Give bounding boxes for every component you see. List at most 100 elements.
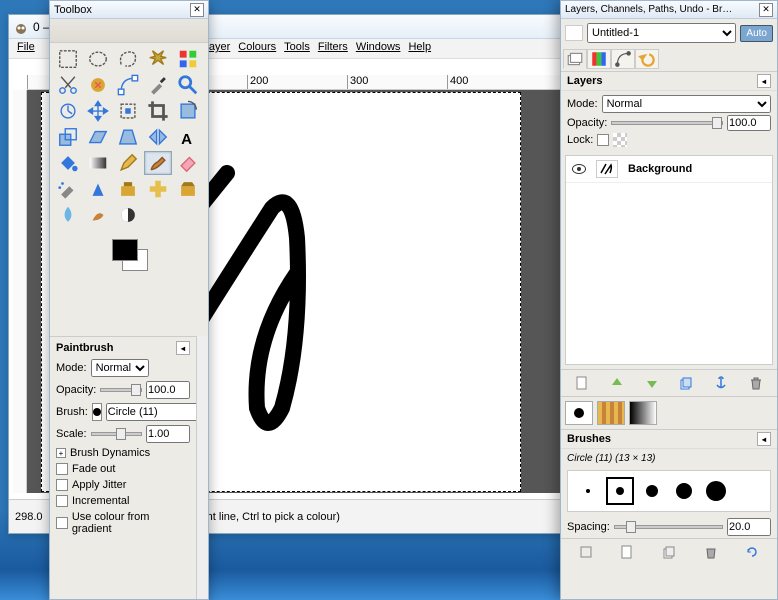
brush-swatch[interactable] — [565, 401, 593, 425]
delete-layer-icon[interactable] — [747, 374, 765, 392]
tool-scale[interactable] — [54, 125, 82, 149]
image-select[interactable]: Untitled-1 — [587, 23, 736, 43]
tool-color-select[interactable] — [174, 47, 202, 71]
tool-rect-select[interactable] — [54, 47, 82, 71]
brush-name[interactable] — [106, 403, 196, 421]
duplicate-layer-icon[interactable] — [677, 374, 695, 392]
tool-paths[interactable] — [114, 73, 142, 97]
tool-free-select[interactable] — [114, 47, 142, 71]
lock-alpha-icon[interactable] — [613, 133, 627, 147]
toolbox-window: Toolbox ✕ A — [49, 0, 209, 600]
brush-1[interactable] — [574, 477, 602, 505]
scale-value[interactable] — [146, 425, 190, 443]
brush-preview[interactable] — [92, 403, 102, 421]
layers-menu-icon[interactable]: ◂ — [757, 74, 771, 88]
lock-pixels-checkbox[interactable] — [597, 134, 609, 146]
tool-rotate[interactable] — [174, 99, 202, 123]
new-brush-icon[interactable] — [618, 543, 636, 561]
foreground-color[interactable] — [112, 239, 138, 261]
layer-list[interactable]: Background — [565, 155, 773, 365]
tool-blend[interactable] — [84, 151, 112, 175]
ruler-vertical[interactable] — [13, 90, 27, 493]
tab-layers[interactable] — [563, 49, 587, 69]
brushes-menu-icon[interactable]: ◂ — [757, 432, 771, 446]
menu-windows[interactable]: Windows — [356, 41, 401, 56]
tab-paths[interactable] — [611, 49, 635, 69]
incremental-checkbox[interactable] — [56, 495, 68, 507]
brush-3[interactable] — [638, 477, 666, 505]
tool-text[interactable]: A — [174, 125, 202, 149]
tab-undo[interactable] — [635, 49, 659, 69]
tool-color-picker[interactable] — [144, 73, 172, 97]
pattern-swatch[interactable] — [597, 401, 625, 425]
brush-5[interactable] — [702, 477, 730, 505]
tool-ink[interactable] — [84, 177, 112, 201]
layer-mode-select[interactable]: Normal — [602, 95, 771, 113]
tool-airbrush[interactable] — [54, 177, 82, 201]
tool-perspective-clone[interactable] — [174, 177, 202, 201]
delete-brush-icon[interactable] — [702, 543, 720, 561]
tool-eraser[interactable] — [174, 151, 202, 175]
brush-2[interactable] — [606, 477, 634, 505]
tool-fuzzy-select[interactable] — [144, 47, 172, 71]
raise-layer-icon[interactable] — [608, 374, 626, 392]
tool-paintbrush[interactable] — [144, 151, 172, 175]
tool-clone[interactable] — [114, 177, 142, 201]
layer-item-background[interactable]: Background — [566, 156, 772, 183]
layers-titlebar[interactable]: Layers, Channels, Paths, Undo - Br… ✕ — [561, 1, 777, 19]
duplicate-brush-icon[interactable] — [660, 543, 678, 561]
menu-help[interactable]: Help — [408, 41, 431, 56]
fg-bg-color[interactable] — [108, 237, 150, 273]
spacing-slider[interactable] — [614, 525, 723, 529]
tool-move[interactable] — [84, 99, 112, 123]
tool-perspective[interactable] — [114, 125, 142, 149]
tool-options-menu-icon[interactable]: ◂ — [176, 341, 190, 355]
tool-zoom[interactable] — [174, 73, 202, 97]
gradient-swatch[interactable] — [629, 401, 657, 425]
menu-tools[interactable]: Tools — [284, 41, 310, 56]
jitter-checkbox[interactable] — [56, 479, 68, 491]
menu-file[interactable]: File — [17, 41, 35, 56]
fade-checkbox[interactable] — [56, 463, 68, 475]
refresh-brush-icon[interactable] — [743, 543, 761, 561]
tool-bucket-fill[interactable] — [54, 151, 82, 175]
close-icon[interactable]: ✕ — [190, 3, 204, 17]
tool-align[interactable] — [114, 99, 142, 123]
tool-ellipse-select[interactable] — [84, 47, 112, 71]
tool-smudge[interactable] — [84, 203, 112, 227]
opacity-slider[interactable] — [100, 388, 142, 392]
tool-scissors[interactable] — [54, 73, 82, 97]
tool-flip[interactable] — [144, 125, 172, 149]
menu-filters[interactable]: Filters — [318, 41, 348, 56]
tool-crop[interactable] — [144, 99, 172, 123]
auto-button[interactable]: Auto — [740, 25, 773, 42]
gradient-checkbox[interactable] — [56, 517, 68, 529]
brush-list[interactable] — [567, 470, 771, 512]
mode-select[interactable]: Normal — [91, 359, 149, 377]
anchor-layer-icon[interactable] — [712, 374, 730, 392]
tool-heal[interactable] — [144, 177, 172, 201]
new-layer-icon[interactable] — [573, 374, 591, 392]
visibility-icon[interactable] — [572, 164, 586, 174]
opacity-value[interactable] — [146, 381, 190, 399]
expand-icon[interactable]: + — [56, 448, 66, 458]
close-icon[interactable]: ✕ — [759, 3, 773, 17]
layer-opacity-slider[interactable] — [611, 121, 723, 125]
tool-pencil[interactable] — [114, 151, 142, 175]
toolbox-handle[interactable] — [50, 19, 208, 43]
menu-colours[interactable]: Colours — [238, 41, 276, 56]
tool-blur[interactable] — [54, 203, 82, 227]
lower-layer-icon[interactable] — [643, 374, 661, 392]
brush-4[interactable] — [670, 477, 698, 505]
tool-foreground-select[interactable] — [84, 73, 112, 97]
tab-channels[interactable] — [587, 49, 611, 69]
layer-opacity-value[interactable] — [727, 115, 771, 131]
spacing-value[interactable] — [727, 518, 771, 536]
toolbox-titlebar[interactable]: Toolbox ✕ — [50, 1, 208, 19]
tool-shear[interactable] — [84, 125, 112, 149]
tool-dodge[interactable] — [114, 203, 142, 227]
tool-measure[interactable] — [54, 99, 82, 123]
scale-slider[interactable] — [91, 432, 142, 436]
toolbox-scrollbar[interactable] — [196, 336, 208, 599]
edit-brush-icon[interactable] — [577, 543, 595, 561]
